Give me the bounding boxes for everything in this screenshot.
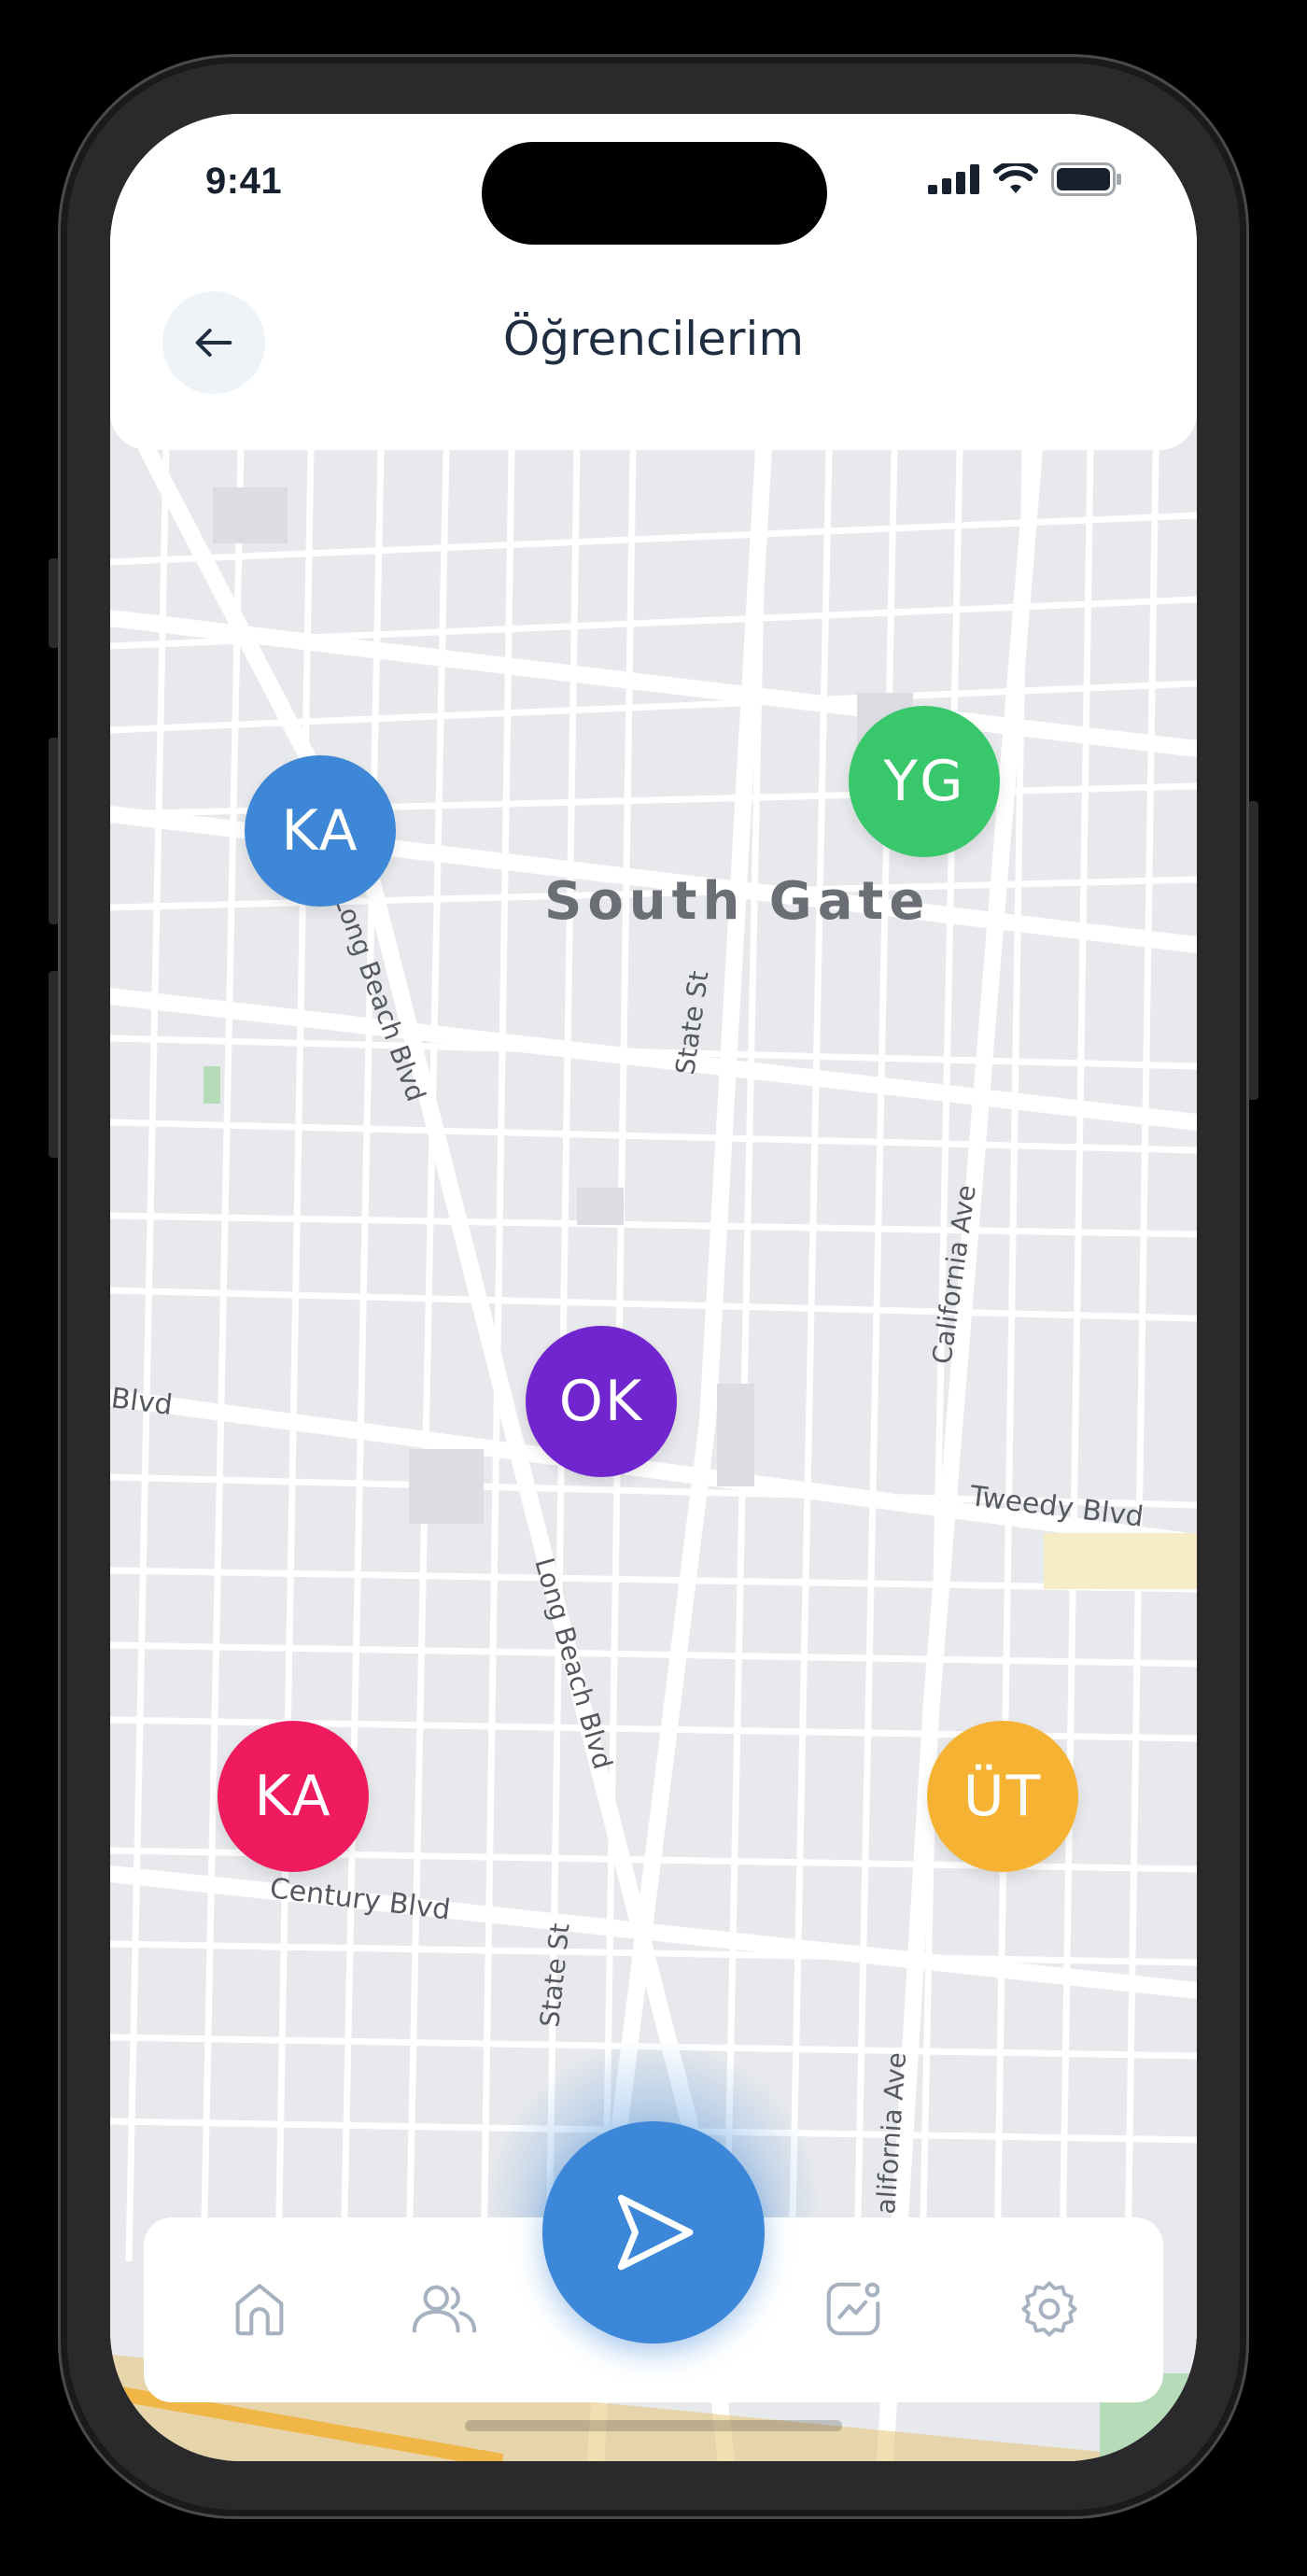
status-time: 9:41 bbox=[205, 161, 283, 202]
send-icon bbox=[617, 2194, 694, 2271]
nav-home[interactable] bbox=[222, 2272, 297, 2346]
student-marker[interactable]: ÜT bbox=[927, 1721, 1078, 1872]
page-title: Öğrencilerim bbox=[502, 312, 805, 366]
cellular-signal-icon bbox=[928, 164, 979, 194]
student-marker[interactable]: KA bbox=[245, 755, 396, 907]
dynamic-island bbox=[482, 142, 827, 245]
chart-icon bbox=[826, 2282, 880, 2336]
student-marker[interactable]: OK bbox=[526, 1326, 677, 1477]
student-marker[interactable]: YG bbox=[849, 706, 1000, 857]
status-bar: 9:41 bbox=[110, 114, 1197, 245]
users-icon bbox=[412, 2285, 477, 2333]
nav-settings[interactable] bbox=[1012, 2272, 1087, 2346]
student-marker[interactable]: KA bbox=[218, 1721, 369, 1872]
nav-reports[interactable] bbox=[816, 2272, 891, 2346]
home-icon bbox=[235, 2284, 284, 2336]
wifi-icon bbox=[993, 163, 1038, 193]
area-label: South Gate bbox=[544, 871, 930, 932]
battery-icon bbox=[1051, 162, 1121, 196]
screen: South Gate Long Beach Blvd Long Beach Bl… bbox=[110, 114, 1197, 2461]
status-icons bbox=[928, 162, 1122, 196]
nav-students[interactable] bbox=[407, 2272, 482, 2346]
send-location-button[interactable] bbox=[542, 2121, 765, 2344]
gear-icon bbox=[1021, 2281, 1077, 2337]
home-indicator bbox=[465, 2420, 842, 2431]
